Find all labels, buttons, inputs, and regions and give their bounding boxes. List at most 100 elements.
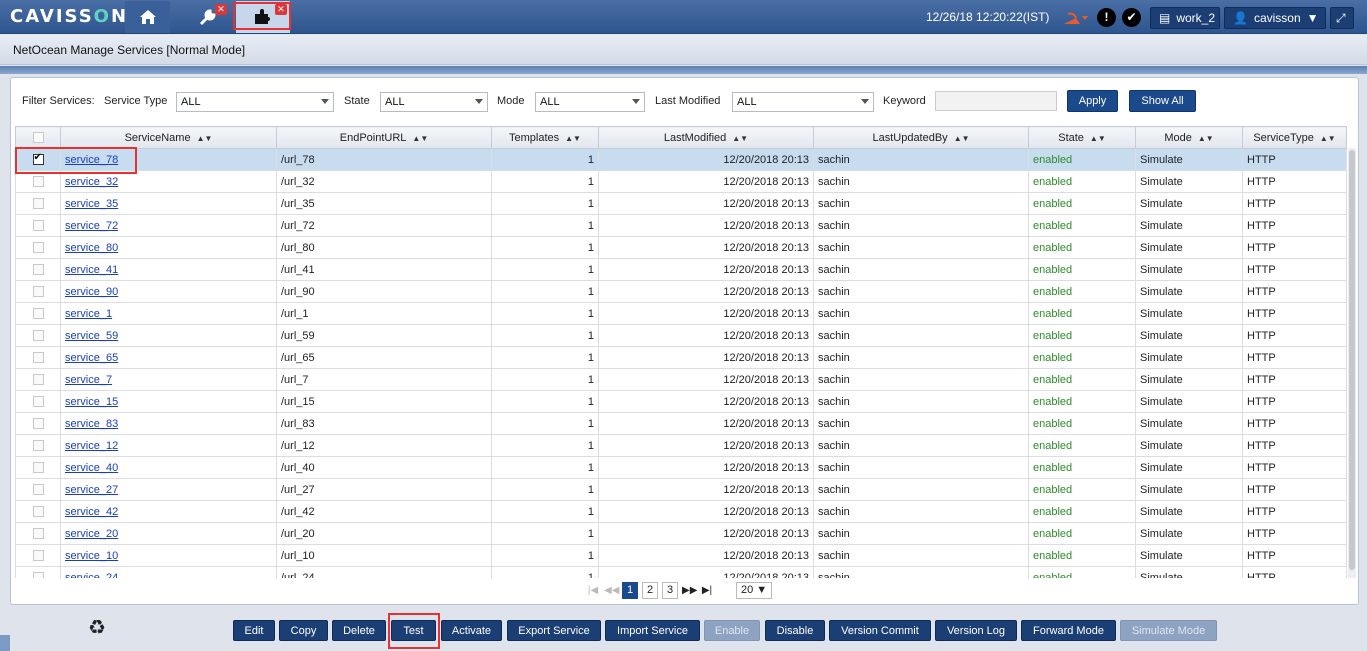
service-name-link[interactable]: service_41 [65,264,118,276]
table-cell[interactable]: service_10 [60,544,277,567]
status-ok-icon[interactable]: ✔ [1122,8,1141,27]
service-name-link[interactable]: service_80 [65,242,118,254]
table-cell[interactable] [15,346,61,369]
user-menu-button[interactable]: 👤 cavisson ▼ [1224,7,1326,29]
home-tab[interactable] [125,1,170,33]
row-checkbox[interactable] [32,462,44,474]
recycle-bin-icon[interactable]: ♻ [88,615,106,640]
row-checkbox[interactable] [32,352,44,364]
table-row[interactable]: service_59/url_59 1 12/20/2018 20:13 sachin… [15,324,1347,347]
rows-per-page-select[interactable]: 20 ▼ [736,581,773,599]
table-cell[interactable] [15,302,61,325]
table-cell[interactable] [15,412,61,435]
table-cell[interactable] [15,544,61,567]
tools-tab[interactable]: ✕ [185,1,230,33]
row-checkbox[interactable] [32,220,44,232]
row-checkbox[interactable] [32,440,44,452]
service-name-link[interactable]: service_59 [65,330,118,342]
edit-button[interactable]: Edit [233,620,275,641]
forward-mode-button[interactable]: Forward Mode [1021,620,1116,641]
delete-button[interactable]: Delete [332,620,386,641]
table-cell[interactable] [15,566,61,578]
column-header[interactable]: State ▲▼ [1028,126,1136,149]
service-name-link[interactable]: service_32 [65,176,118,188]
service-name-link[interactable]: service_1 [65,308,112,320]
table-row[interactable]: service_15/url_15 1 12/20/2018 20:13 sachin… [15,390,1347,413]
table-cell[interactable] [15,500,61,523]
table-cell[interactable]: service_27 [60,478,277,501]
workspace-button[interactable]: ▤ work_2 [1150,7,1220,29]
service-name-link[interactable]: service_65 [65,352,118,364]
enable-button[interactable]: Enable [704,620,760,641]
table-cell[interactable]: service_80 [60,236,277,259]
table-cell[interactable]: service_59 [60,324,277,347]
version-log-button[interactable]: Version Log [935,620,1017,641]
table-row[interactable]: service_35/url_35 1 12/20/2018 20:13 sachin… [15,192,1347,215]
state-select[interactable]: ALL [380,92,488,112]
service-name-link[interactable]: service_40 [65,462,118,474]
service-name-link[interactable]: service_24 [65,572,118,579]
table-row[interactable]: service_42/url_42 1 12/20/2018 20:13 sachin… [15,500,1347,523]
table-cell[interactable]: service_65 [60,346,277,369]
disable-button[interactable]: Disable [765,620,825,641]
prev-page-icon[interactable]: ◀◀ [604,585,619,596]
activate-button[interactable]: Activate [441,620,502,641]
table-cell[interactable]: service_42 [60,500,277,523]
column-header[interactable]: EndPointURL ▲▼ [276,126,492,149]
row-checkbox[interactable] [32,484,44,496]
row-checkbox[interactable] [32,264,44,276]
table-cell[interactable]: service_41 [60,258,277,281]
service-name-link[interactable]: service_42 [65,506,118,518]
table-cell[interactable]: service_15 [60,390,277,413]
import-service-button[interactable]: Import Service [605,620,700,641]
page-2-button[interactable]: 2 [642,581,658,599]
scrollbar-thumb[interactable] [1349,150,1355,570]
service-name-link[interactable]: service_27 [65,484,118,496]
table-cell[interactable]: service_12 [60,434,277,457]
expand-button[interactable]: ⤢ [1330,7,1354,29]
keyword-input[interactable] [935,91,1057,111]
service-name-link[interactable]: service_10 [65,550,118,562]
show-all-button[interactable]: Show All [1129,90,1196,112]
row-checkbox[interactable] [32,330,44,342]
table-row[interactable]: service_7/url_7 1 12/20/2018 20:13 sachin en… [15,368,1347,391]
service-name-link[interactable]: service_35 [65,198,118,210]
last-modified-select[interactable]: ALL [732,92,874,112]
row-checkbox[interactable] [32,374,44,386]
table-row[interactable]: service_27/url_27 1 12/20/2018 20:13 sachin… [15,478,1347,501]
page-3-button[interactable]: 3 [662,581,678,599]
table-cell[interactable] [15,368,61,391]
service-name-link[interactable]: service_15 [65,396,118,408]
first-page-icon[interactable]: |◀ [586,585,600,596]
last-page-icon[interactable]: ▶| [700,585,714,596]
table-row[interactable]: service_80/url_80 1 12/20/2018 20:13 sachin… [15,236,1347,259]
alert-icon[interactable]: ! [1097,8,1116,27]
column-header[interactable]: LastModified ▲▼ [598,126,814,149]
next-page-icon[interactable]: ▶▶ [682,585,697,596]
row-checkbox[interactable] [32,198,44,210]
table-row[interactable]: service_10/url_10 1 12/20/2018 20:13 sachin… [15,544,1347,567]
service-name-link[interactable]: service_83 [65,418,118,430]
row-checkbox[interactable] [32,176,44,188]
table-cell[interactable] [15,390,61,413]
table-row[interactable]: service_65/url_65 1 12/20/2018 20:13 sachin… [15,346,1347,369]
table-cell[interactable]: service_20 [60,522,277,545]
row-checkbox[interactable] [32,418,44,430]
table-cell[interactable]: service_40 [60,456,277,479]
table-row[interactable]: service_1/url_1 1 12/20/2018 20:13 sachin en… [15,302,1347,325]
page-1-button[interactable]: 1 [622,581,638,599]
select-all-checkbox[interactable] [32,132,44,144]
row-checkbox[interactable] [32,396,44,408]
table-cell[interactable] [15,522,61,545]
column-header[interactable]: LastUpdatedBy ▲▼ [813,126,1029,149]
table-cell[interactable]: service_7 [60,368,277,391]
column-header[interactable]: ServiceName ▲▼ [60,126,277,149]
table-cell[interactable] [15,280,61,303]
table-row[interactable]: service_72/url_72 1 12/20/2018 20:13 sachin… [15,214,1347,237]
column-header[interactable]: Mode ▲▼ [1135,126,1243,149]
table-row[interactable]: service_83/url_83 1 12/20/2018 20:13 sachin… [15,412,1347,435]
broadcast-icon[interactable] [1060,8,1090,28]
export-service-button[interactable]: Export Service [507,620,601,641]
apply-button[interactable]: Apply [1067,90,1118,112]
column-header[interactable]: ServiceType ▲▼ [1242,126,1347,149]
